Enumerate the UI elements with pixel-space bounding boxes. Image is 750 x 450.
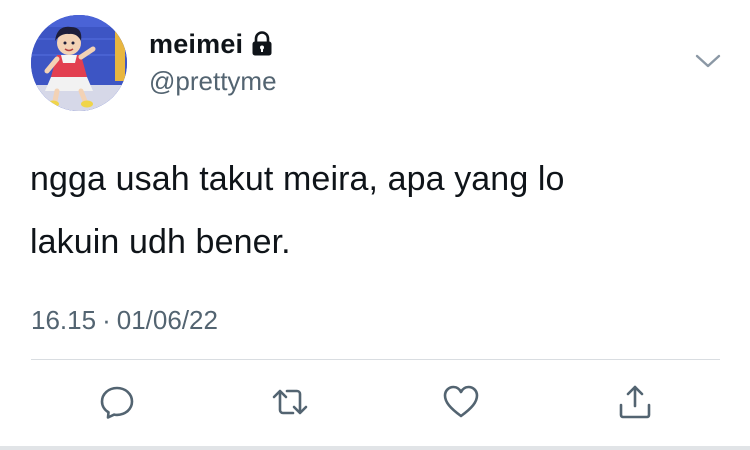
tweet-time: 16.15: [31, 305, 97, 335]
share-button[interactable]: [615, 382, 655, 422]
like-button[interactable]: [441, 382, 481, 422]
retweet-button[interactable]: [270, 382, 310, 422]
avatar[interactable]: [31, 15, 127, 111]
lock-icon: [251, 31, 273, 57]
tweet-text-line: lakuin udh bener.: [30, 223, 291, 261]
user-handle[interactable]: @prettyme: [149, 64, 277, 98]
share-icon: [619, 385, 651, 419]
meta-separator: ·: [102, 305, 111, 335]
reply-icon: [100, 386, 134, 419]
tweet-text: ngga usah takut meira, apa yang lo lakui…: [30, 148, 720, 274]
display-name-row[interactable]: meimei: [149, 26, 273, 62]
tweet-timestamp[interactable]: 16.15 · 01/06/22: [31, 300, 218, 340]
bottom-border: [0, 446, 750, 450]
reply-button[interactable]: [97, 382, 137, 422]
divider: [31, 359, 720, 360]
cartoon-avatar: [31, 15, 127, 111]
chevron-down-icon[interactable]: [694, 50, 722, 72]
retweet-icon: [272, 389, 308, 415]
tweet-text-line: ngga usah takut meira, apa yang lo: [30, 160, 565, 198]
display-name[interactable]: meimei: [149, 26, 243, 62]
tweet-date: 01/06/22: [116, 305, 218, 335]
heart-icon: [443, 385, 479, 418]
